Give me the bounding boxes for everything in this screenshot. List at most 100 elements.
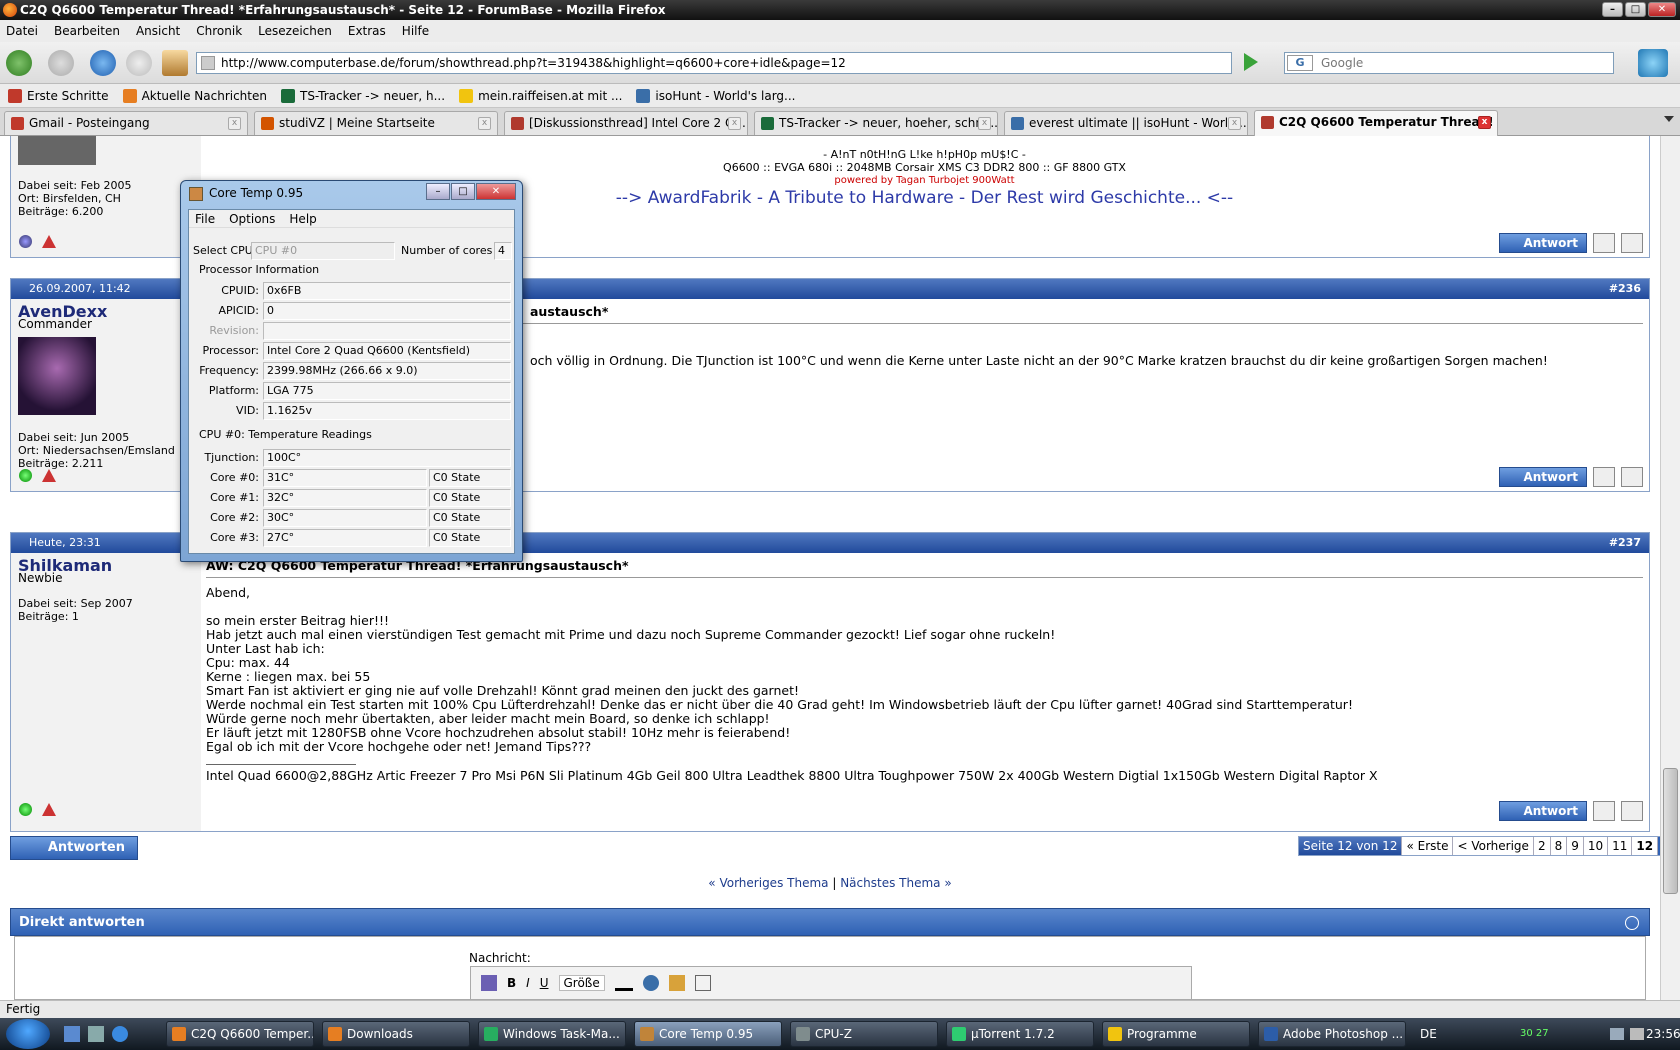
pager-prev[interactable]: < Vorherige <box>1453 837 1534 855</box>
pager-first[interactable]: « Erste <box>1402 837 1454 855</box>
image-icon[interactable] <box>668 975 685 991</box>
tab-close-icon[interactable]: x <box>1478 116 1491 129</box>
taskbar-photoshop[interactable]: Adobe Photoshop ... <box>1258 1021 1406 1047</box>
bookmark-ts-tracker[interactable]: TS-Tracker -> neuer, h... <box>280 88 445 103</box>
core0-state: C0 State <box>429 469 511 487</box>
edit-icon[interactable] <box>1621 801 1643 821</box>
report-warning-icon[interactable] <box>42 469 56 482</box>
bookmark-aktuelle-nachrichten[interactable]: Aktuelle Nachrichten <box>122 88 267 103</box>
tab-close-icon[interactable]: x <box>478 117 491 130</box>
minimize-button[interactable]: – <box>426 183 450 200</box>
home-icon[interactable] <box>162 50 188 76</box>
internet-explorer-icon[interactable] <box>112 1026 128 1042</box>
tab-close-icon[interactable]: x <box>1228 117 1241 130</box>
close-button[interactable]: ✕ <box>1648 2 1676 17</box>
taskbar-task-manager[interactable]: Windows Task-Ma... <box>478 1021 626 1047</box>
google-g-icon[interactable]: G <box>1287 55 1313 71</box>
font-icon[interactable] <box>481 975 497 991</box>
quote-icon[interactable] <box>1593 233 1615 253</box>
select-cpu-dropdown[interactable]: CPU #0 <box>251 242 395 260</box>
stop-icon[interactable] <box>126 50 152 76</box>
pager-page[interactable]: 11 <box>1608 837 1633 855</box>
switch-windows-icon[interactable] <box>88 1026 104 1042</box>
taskbar-utorrent[interactable]: µTorrent 1.7.2 <box>946 1021 1094 1047</box>
reply-thread-button[interactable]: Antworten <box>10 836 138 860</box>
taskbar-programme[interactable]: Programme <box>1102 1021 1250 1047</box>
link-icon[interactable] <box>642 975 659 991</box>
reply-button[interactable]: Antwort <box>1499 801 1587 821</box>
menu-ansicht[interactable]: Ansicht <box>136 24 180 38</box>
report-warning-icon[interactable] <box>42 235 56 248</box>
core3-state: C0 State <box>429 529 511 547</box>
tab-ts-tracker[interactable]: TS-Tracker -> neuer, hoeher, schne... x <box>754 111 998 135</box>
maximize-button[interactable]: □ <box>451 183 475 200</box>
report-warning-icon[interactable] <box>42 803 56 816</box>
menu-hilfe[interactable]: Hilfe <box>402 24 429 38</box>
close-button[interactable]: ✕ <box>476 183 516 200</box>
tab-close-icon[interactable]: x <box>228 117 241 130</box>
reload-icon[interactable] <box>90 50 116 76</box>
clock[interactable]: 23:56 <box>1646 1021 1680 1047</box>
menu-lesezeichen[interactable]: Lesezeichen <box>258 24 332 38</box>
collapse-icon[interactable] <box>1625 916 1639 930</box>
menu-datei[interactable]: Datei <box>6 24 38 38</box>
size-select[interactable]: Größe <box>558 975 605 991</box>
post-number[interactable]: #237 <box>1609 533 1641 553</box>
menu-bearbeiten[interactable]: Bearbeiten <box>54 24 120 38</box>
menu-options[interactable]: Options <box>229 210 275 227</box>
menu-file[interactable]: File <box>195 210 215 227</box>
address-bar[interactable]: http://www.computerbase.de/forum/showthr… <box>196 52 1232 74</box>
taskbar-downloads[interactable]: Downloads <box>322 1021 470 1047</box>
tab-close-icon[interactable]: x <box>978 117 991 130</box>
volume-icon[interactable] <box>1630 1028 1644 1040</box>
bookmark-raiffeisen[interactable]: mein.raiffeisen.at mit ... <box>459 88 622 103</box>
pager-page[interactable]: 2 <box>1534 837 1551 855</box>
post-number[interactable]: #236 <box>1609 279 1641 299</box>
search-input[interactable]: G Google <box>1284 52 1614 74</box>
tab-studivz[interactable]: studiVZ | Meine Startseite x <box>254 111 498 135</box>
menu-chronik[interactable]: Chronik <box>196 24 242 38</box>
forward-arrow-icon[interactable] <box>48 50 74 76</box>
maximize-button[interactable]: □ <box>1625 2 1646 17</box>
menu-help[interactable]: Help <box>289 210 316 227</box>
tab-close-icon[interactable]: x <box>728 117 741 130</box>
show-desktop-icon[interactable] <box>64 1026 80 1042</box>
reply-button[interactable]: Antwort <box>1499 467 1587 487</box>
tab-c2q-thread[interactable]: C2Q Q6600 Temperatur Thread! *... x <box>1254 110 1498 136</box>
tab-diskussionsthread[interactable]: [Diskussionsthread] Intel Core 2 Qu... x <box>504 111 748 135</box>
bold-icon[interactable]: B <box>507 976 516 990</box>
bookmark-isohunt[interactable]: isoHunt - World's larg... <box>636 88 795 103</box>
next-thread-link[interactable]: Nächstes Thema <box>840 876 940 890</box>
edit-icon[interactable] <box>1621 467 1643 487</box>
go-arrow-icon[interactable] <box>1244 53 1262 71</box>
text-color-icon[interactable] <box>614 975 633 991</box>
pager-page[interactable]: 10 <box>1584 837 1609 855</box>
start-button[interactable] <box>6 1019 50 1049</box>
tab-gmail[interactable]: Gmail - Posteingang x <box>4 111 248 135</box>
prev-thread-link[interactable]: Vorheriges Thema <box>719 876 828 890</box>
quote-icon[interactable] <box>1593 467 1615 487</box>
pager-page[interactable]: 9 <box>1567 837 1584 855</box>
pager-page[interactable]: 8 <box>1551 837 1568 855</box>
language-indicator[interactable]: DE <box>1420 1021 1437 1047</box>
minimize-button[interactable]: – <box>1602 2 1623 17</box>
network-icon[interactable] <box>1610 1028 1624 1040</box>
tab-isohunt[interactable]: everest ultimate || isoHunt - World'... x <box>1004 111 1248 135</box>
back-arrow-icon[interactable] <box>6 50 32 76</box>
scrollbar-thumb[interactable] <box>1663 768 1678 894</box>
italic-icon[interactable]: I <box>526 976 530 990</box>
taskbar-firefox[interactable]: C2Q Q6600 Temper... <box>166 1021 314 1047</box>
taskbar-coretemp[interactable]: Core Temp 0.95 <box>634 1021 782 1047</box>
addon-icon[interactable] <box>1638 49 1668 77</box>
body-line: Egal ob ich mit der Vcore hochgehe oder … <box>206 739 592 754</box>
bookmark-erste-schritte[interactable]: Erste Schritte <box>8 88 109 103</box>
tab-list-chevron-icon[interactable] <box>1664 116 1674 122</box>
page-scrollbar[interactable] <box>1660 136 1680 1000</box>
quote-icon[interactable] <box>694 975 711 991</box>
quote-icon[interactable] <box>1593 801 1615 821</box>
menu-extras[interactable]: Extras <box>348 24 386 38</box>
reply-button[interactable]: Antwort <box>1499 233 1587 253</box>
underline-icon[interactable]: U <box>540 976 549 990</box>
taskbar-cpuz[interactable]: CPU-Z <box>790 1021 938 1047</box>
edit-icon[interactable] <box>1621 233 1643 253</box>
